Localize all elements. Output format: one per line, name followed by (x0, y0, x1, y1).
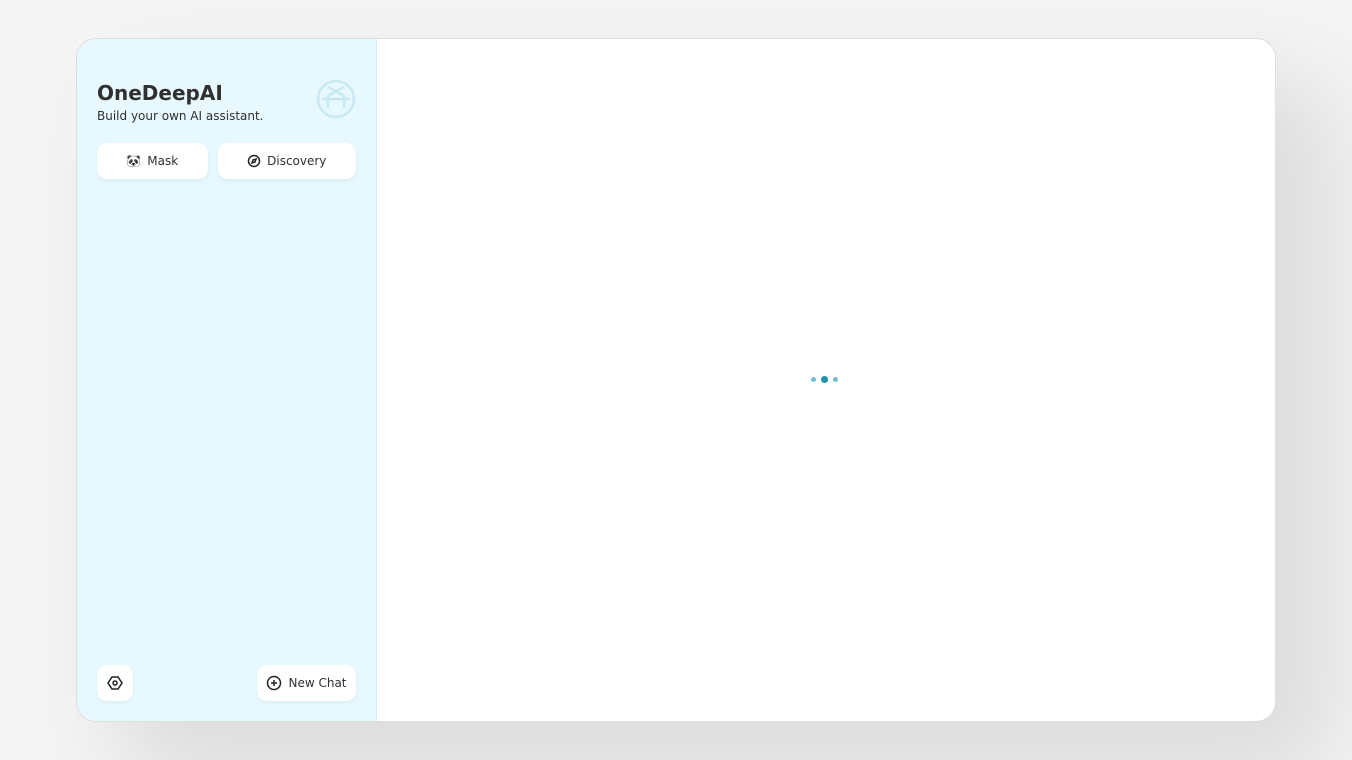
mask-button[interactable]: 🐼 Mask (97, 143, 208, 179)
app-window: OneDeepAI Build your own AI assistant. 🐼… (76, 38, 1276, 722)
sidebar: OneDeepAI Build your own AI assistant. 🐼… (77, 39, 377, 721)
discovery-button[interactable]: Discovery (217, 143, 356, 179)
openai-logo-icon (316, 79, 356, 119)
discovery-label: Discovery (267, 154, 327, 168)
chat-area (377, 39, 1275, 721)
settings-icon (107, 676, 123, 690)
plus-circle-icon (267, 675, 282, 691)
compass-icon (247, 154, 261, 168)
settings-button[interactable] (97, 665, 133, 701)
loading-indicator (811, 376, 838, 383)
new-chat-button[interactable]: New Chat (257, 665, 356, 701)
new-chat-label: New Chat (288, 676, 347, 690)
mask-label: Mask (147, 154, 179, 168)
mask-icon: 🐼 (126, 154, 142, 168)
